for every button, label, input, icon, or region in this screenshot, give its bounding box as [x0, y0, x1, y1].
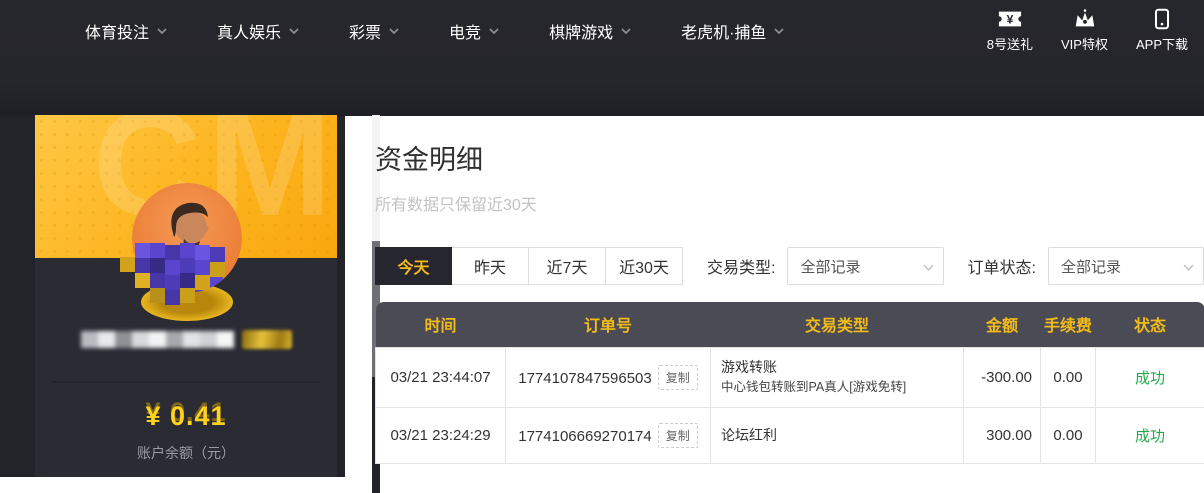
crown-icon — [1073, 8, 1097, 30]
vip-shortcut[interactable]: VIP特权 — [1061, 8, 1108, 53]
chevron-down-icon — [157, 28, 167, 34]
transaction-type-main: 游戏转账 — [721, 358, 953, 377]
app-download-shortcut[interactable]: APP下载 — [1136, 8, 1188, 53]
tab-last-30-days[interactable]: 近30天 — [606, 247, 683, 285]
pixelated-censor — [107, 243, 267, 309]
cell-order-id: 1774107847596503 复制 — [506, 347, 711, 407]
transaction-type-detail: 中心钱包转账到PA真人[游戏免转] — [721, 379, 953, 396]
header-transaction-type: 交易类型 — [711, 302, 964, 347]
cell-amount: -300.00 — [964, 347, 1041, 407]
filter-row: 今天 昨天 近7天 近30天 交易类型: 全部记录 订单状态: 全部记录 — [375, 247, 1204, 285]
cell-status: 成功 — [1096, 407, 1204, 463]
vip-badge — [242, 330, 292, 349]
username-row — [35, 327, 337, 351]
transaction-type-value: 全部记录 — [800, 256, 860, 277]
shortcut-label: 8号送礼 — [987, 34, 1033, 53]
fund-details-panel: 资金明细 所有数据只保留近30天 今天 昨天 近7天 近30天 交易类型: 全部… — [375, 116, 1204, 477]
tab-yesterday[interactable]: 昨天 — [452, 247, 529, 285]
profile-sidebar: CMF — [0, 116, 345, 477]
nav-item-esports[interactable]: 电竞 — [449, 19, 499, 43]
order-status-label: 订单状态: — [968, 254, 1036, 278]
order-status-select[interactable]: 全部记录 — [1048, 247, 1204, 285]
header-time: 时间 — [376, 302, 506, 347]
order-id-value: 1774106669270174 — [518, 428, 651, 445]
chevron-down-icon — [923, 264, 934, 271]
tab-last-7-days[interactable]: 近7天 — [529, 247, 606, 285]
username-redacted — [81, 331, 234, 348]
chevron-down-icon — [774, 28, 784, 34]
nav-item-lottery[interactable]: 彩票 — [349, 19, 399, 43]
nav-item-label: 体育投注 — [85, 19, 149, 43]
phone-icon — [1150, 8, 1174, 30]
chevron-down-icon — [1183, 264, 1194, 271]
cell-transaction-type: 论坛红利 — [711, 407, 964, 463]
cell-fee: 0.00 — [1041, 347, 1096, 407]
tab-today[interactable]: 今天 — [375, 247, 452, 285]
card-divider — [51, 381, 321, 383]
cell-time: 03/21 23:44:07 — [376, 347, 506, 407]
nav-item-label: 真人娱乐 — [217, 19, 281, 43]
page-subtitle: 所有数据只保留近30天 — [375, 195, 1204, 217]
cell-time: 03/21 23:24:29 — [376, 407, 506, 463]
table-row: 03/21 23:44:07 1774107847596503 复制 游戏转账 中… — [376, 347, 1204, 407]
header-status: 状态 — [1096, 302, 1204, 347]
cell-fee: 0.00 — [1041, 407, 1096, 463]
table-header-row: 时间 订单号 交易类型 金额 手续费 状态 — [376, 302, 1204, 347]
transaction-type-main: 论坛红利 — [721, 426, 953, 445]
header-fee: 手续费 — [1041, 302, 1096, 347]
nav-item-label: 电竞 — [449, 19, 481, 43]
copy-button[interactable]: 复制 — [658, 423, 698, 448]
chevron-down-icon — [389, 28, 399, 34]
date-range-tabs: 今天 昨天 近7天 近30天 — [375, 247, 683, 285]
chevron-down-icon — [621, 28, 631, 34]
order-status-value: 全部记录 — [1061, 256, 1121, 277]
nav-item-slots-fishing[interactable]: 老虎机·捕鱼 — [681, 19, 784, 43]
gift-shortcut[interactable]: ¥ 8号送礼 — [987, 8, 1033, 53]
top-header: 体育投注 真人娱乐 彩票 电竞 棋牌游戏 老虎机·捕鱼 ¥ — [0, 0, 1204, 116]
svg-text:¥: ¥ — [1007, 13, 1014, 27]
order-id-value: 1774107847596503 — [518, 370, 651, 387]
nav-item-sports[interactable]: 体育投注 — [85, 19, 167, 43]
nav-item-label: 棋牌游戏 — [549, 19, 613, 43]
transaction-type-select[interactable]: 全部记录 — [787, 247, 943, 285]
chevron-down-icon — [289, 28, 299, 34]
cell-order-id: 1774106669270174 复制 — [506, 407, 711, 463]
table-row: 03/21 23:24:29 1774106669270174 复制 论坛红利 3… — [376, 407, 1204, 463]
copy-button[interactable]: 复制 — [658, 365, 698, 390]
cell-transaction-type: 游戏转账 中心钱包转账到PA真人[游戏免转] — [711, 347, 964, 407]
shortcut-label: APP下载 — [1136, 34, 1188, 53]
page-title: 资金明细 — [375, 142, 1204, 178]
account-balance: ¥ 0.41 — [35, 401, 337, 432]
nav-item-label: 老虎机·捕鱼 — [681, 19, 766, 43]
transactions-table: 时间 订单号 交易类型 金额 手续费 状态 03/21 23:44:07 177… — [375, 302, 1204, 464]
header-order-id: 订单号 — [506, 302, 711, 347]
shortcut-label: VIP特权 — [1061, 34, 1108, 53]
header-shortcuts: ¥ 8号送礼 VIP特权 APP下载 — [987, 8, 1188, 53]
nav-item-label: 彩票 — [349, 19, 381, 43]
gift-voucher-icon: ¥ — [998, 8, 1022, 30]
account-balance-label: 账户余额（元） — [35, 443, 337, 463]
main-nav: 体育投注 真人娱乐 彩票 电竞 棋牌游戏 老虎机·捕鱼 — [85, 0, 784, 62]
cell-amount: 300.00 — [964, 407, 1041, 463]
cell-status: 成功 — [1096, 347, 1204, 407]
chevron-down-icon — [489, 28, 499, 34]
nav-item-board-games[interactable]: 棋牌游戏 — [549, 19, 631, 43]
nav-item-live-casino[interactable]: 真人娱乐 — [217, 19, 299, 43]
header-amount: 金额 — [964, 302, 1041, 347]
profile-card: CMF — [35, 115, 337, 477]
transaction-type-label: 交易类型: — [707, 254, 775, 278]
